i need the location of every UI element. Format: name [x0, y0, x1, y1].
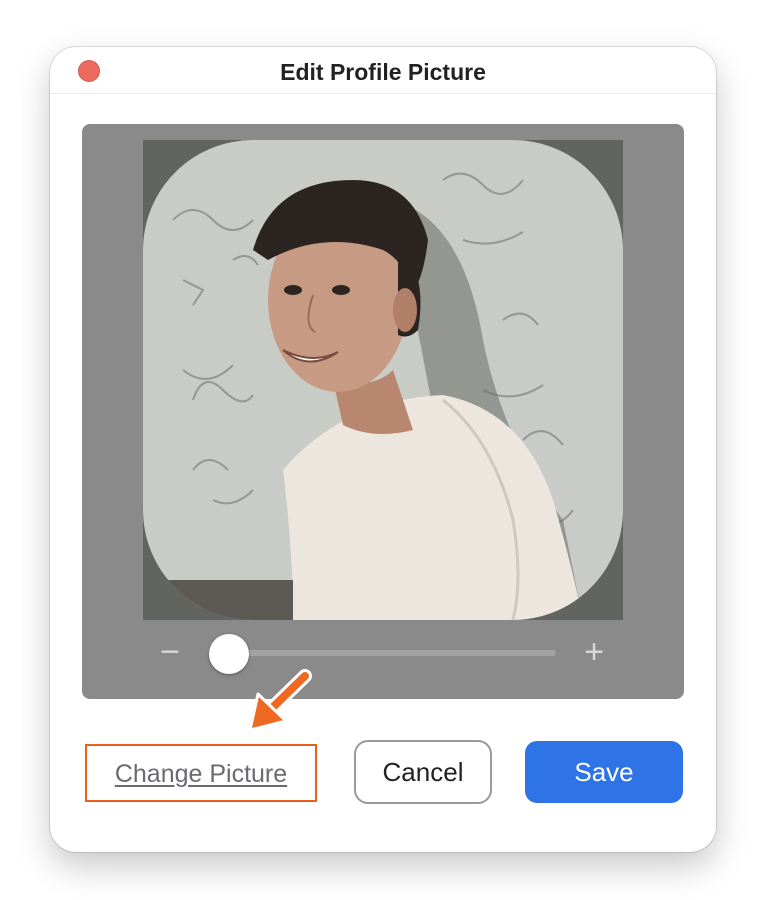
- cancel-button[interactable]: Cancel: [354, 740, 492, 804]
- profile-photo[interactable]: [143, 140, 623, 620]
- zoom-slider-thumb[interactable]: [209, 634, 249, 674]
- picture-editor: − +: [82, 124, 684, 699]
- dialog-title: Edit Profile Picture: [280, 59, 486, 85]
- zoom-slider-row: − +: [82, 634, 684, 674]
- change-picture-link[interactable]: Change Picture: [87, 760, 315, 789]
- change-picture-highlight: Change Picture: [85, 744, 317, 802]
- zoom-in-icon[interactable]: +: [580, 635, 608, 669]
- save-button[interactable]: Save: [525, 741, 683, 803]
- title-bar: Edit Profile Picture: [50, 47, 716, 94]
- edit-profile-picture-dialog: Edit Profile Picture − + Change Picture …: [50, 47, 716, 852]
- profile-photo-image: [143, 140, 623, 620]
- zoom-out-icon[interactable]: −: [156, 635, 184, 669]
- zoom-slider-track[interactable]: [210, 650, 556, 656]
